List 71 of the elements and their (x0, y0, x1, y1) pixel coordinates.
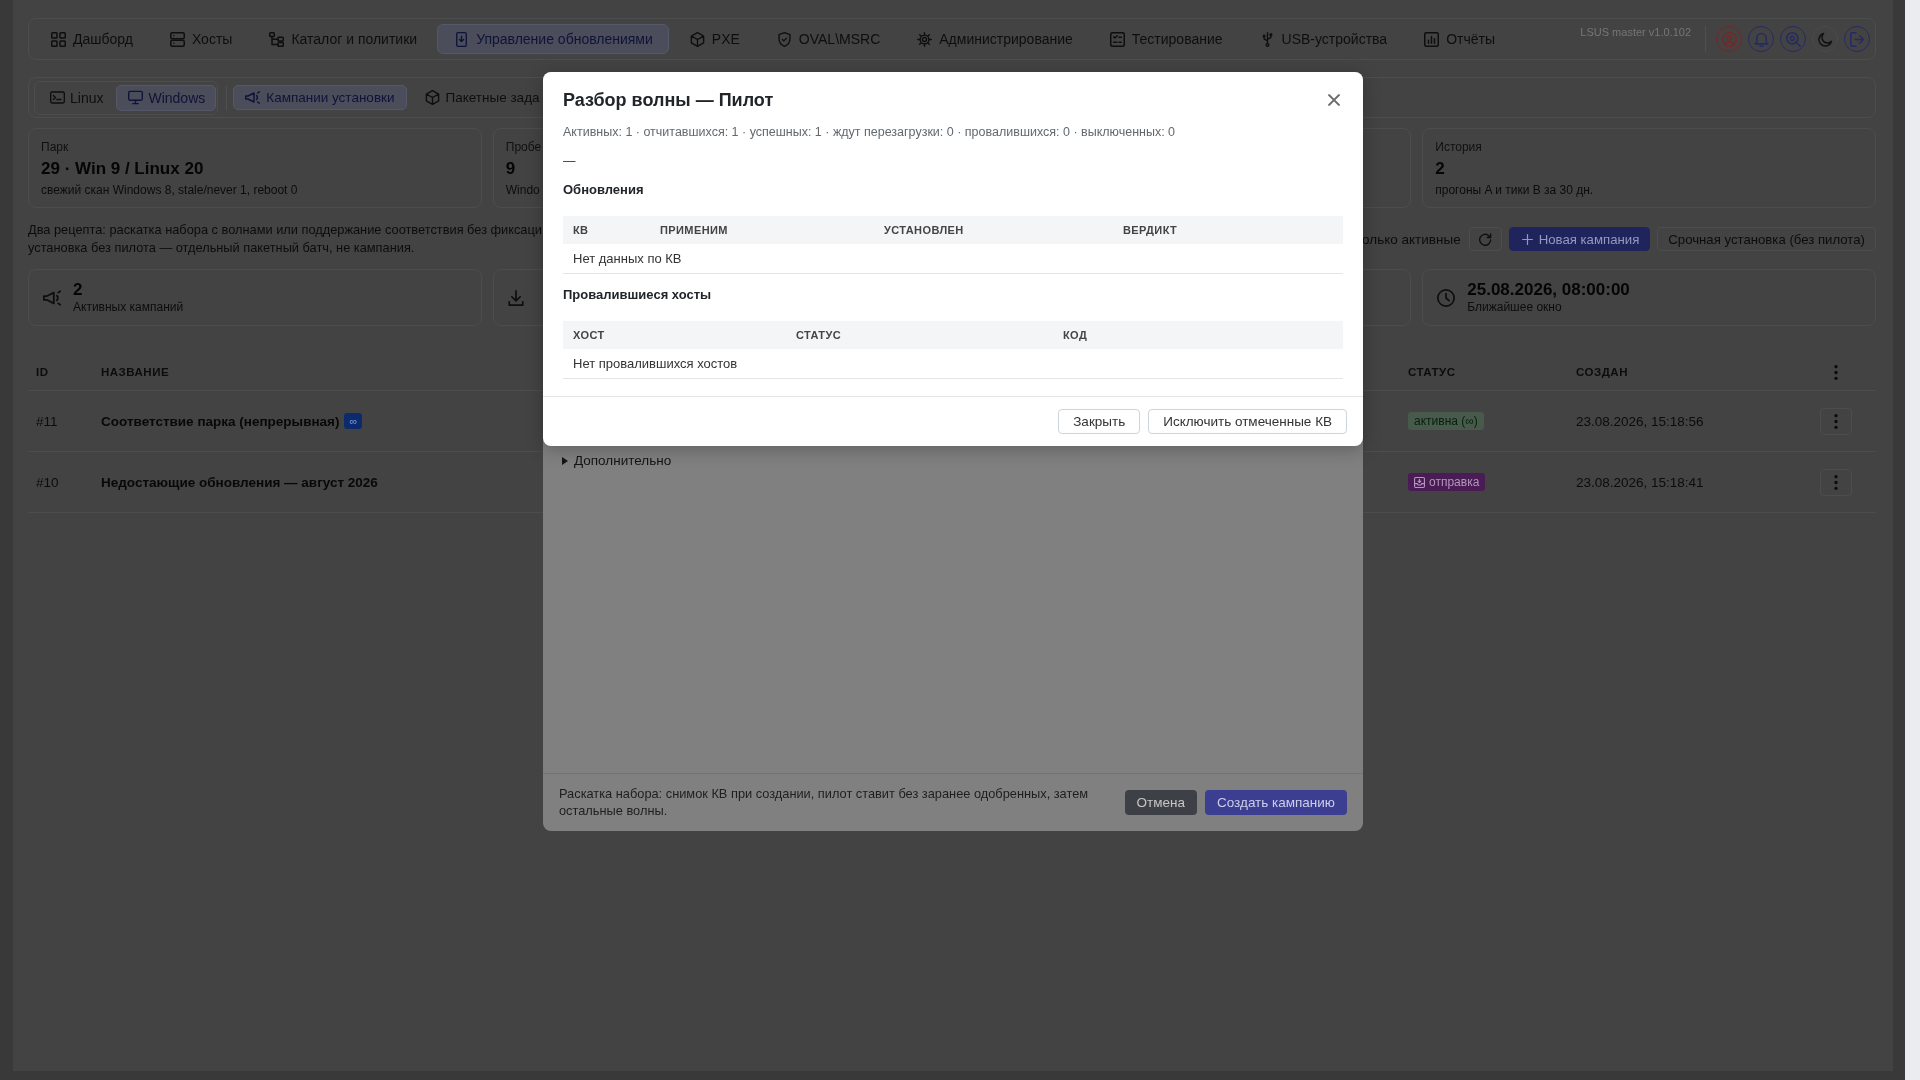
section-title: Обновления (563, 181, 644, 199)
close-button[interactable]: Закрыть (1058, 409, 1141, 434)
kpi-value: 25.08.2026, 08:00:00 (1467, 280, 1630, 300)
cancel-button[interactable]: Отмена (1124, 790, 1197, 815)
detail-text: — (563, 153, 576, 169)
download-icon (507, 289, 524, 306)
platform-tab[interactable]: Windows (116, 84, 217, 111)
created-date: 23.08.2026, 15:18:56 (1576, 413, 1704, 429)
column-header: СТАТУС (796, 329, 841, 341)
dialog-title: Разбор волны — Пилот (563, 89, 774, 111)
card-value: 2 (1435, 158, 1445, 180)
cube-icon (424, 90, 440, 105)
moon-icon (1817, 31, 1833, 47)
column-header: ПРИМЕНИМ (660, 224, 728, 236)
megaphone-icon (43, 288, 61, 307)
row-menu-button[interactable] (1820, 407, 1852, 435)
column-header: УСТАНОВЛЕН (884, 224, 964, 236)
gear-icon (917, 31, 933, 47)
clock-icon (1437, 288, 1456, 307)
section-title: Провалившиеся хосты (563, 286, 712, 304)
chart-icon (1424, 31, 1440, 47)
column-header: КОД (1063, 329, 1088, 341)
kpi-value: 2 (73, 280, 83, 300)
hierarchy-icon (269, 31, 285, 47)
close-icon (1328, 94, 1340, 106)
logout-icon (1849, 31, 1865, 47)
monitor-icon (128, 90, 144, 105)
grid-icon (51, 31, 66, 47)
row-menu-button[interactable] (1820, 468, 1852, 496)
scrollbar[interactable] (1905, 0, 1920, 1080)
campaign-name: Недостающие обновления — август 2026 (101, 474, 378, 490)
column-header: ID (36, 366, 49, 378)
kebab-icon[interactable] (1834, 364, 1838, 380)
campaign-name: Соответствие парка (непрерывная) (101, 413, 340, 429)
nav-tab[interactable]: Управление обновлениями (437, 24, 669, 54)
column-header: КВ (573, 224, 589, 236)
card-note: Windo (505, 182, 540, 198)
terminal-icon (50, 90, 65, 105)
card-value: 9 (505, 158, 516, 180)
card-value: 29 · Win 9 / Linux 20 (41, 158, 204, 180)
exclude-updates-button[interactable]: Исключить отмеченные КВ (1148, 409, 1347, 434)
shield-icon (776, 31, 792, 47)
status-text: активна (∞) (1414, 414, 1478, 428)
column-header: ВЕРДИКТ (1123, 224, 1178, 236)
section-tab[interactable]: Кампании установки (233, 85, 407, 110)
refresh-button[interactable] (1468, 227, 1502, 251)
server-icon (169, 31, 185, 47)
search-icon (1785, 31, 1801, 47)
kebab-icon (1834, 474, 1838, 490)
create-campaign-button[interactable]: Создать кампанию (1205, 790, 1347, 815)
plus-icon (1521, 233, 1533, 245)
megaphone-icon (245, 90, 261, 105)
new-campaign-button[interactable]: Новая кампания (1508, 227, 1651, 251)
mode-badge: ∞ (344, 413, 363, 429)
empty-message: Нет провалившихся хостов (573, 356, 738, 371)
footer-note: Раскатка набора: снимок КВ при создании, пилот ставит без заранее одобренных, затем остальные волны. (559, 786, 1090, 819)
cube-icon (689, 31, 705, 47)
status-text: отправка (1429, 475, 1480, 489)
inbox-icon (1414, 476, 1425, 488)
user-icon (1721, 31, 1737, 47)
checklist-icon (1109, 31, 1125, 47)
refresh-icon (1478, 232, 1492, 246)
bell-icon (1753, 31, 1769, 47)
kebab-icon (1834, 413, 1838, 429)
document-icon (454, 31, 470, 47)
column-header: ХОСТ (573, 329, 605, 341)
wave-summary: Активных: 1 · отчитавшихся: 1 · успешных: 1 · ждут перезагрузки: 0 · провалившихся: 0 · выключенных: 0 (563, 124, 1176, 140)
advanced-toggle[interactable]: Дополнительно (562, 452, 672, 470)
empty-message: Нет данных по КВ (573, 251, 682, 266)
column-header: СТАТУС (1408, 366, 1456, 378)
column-header: НАЗВАНИЕ (101, 366, 170, 378)
